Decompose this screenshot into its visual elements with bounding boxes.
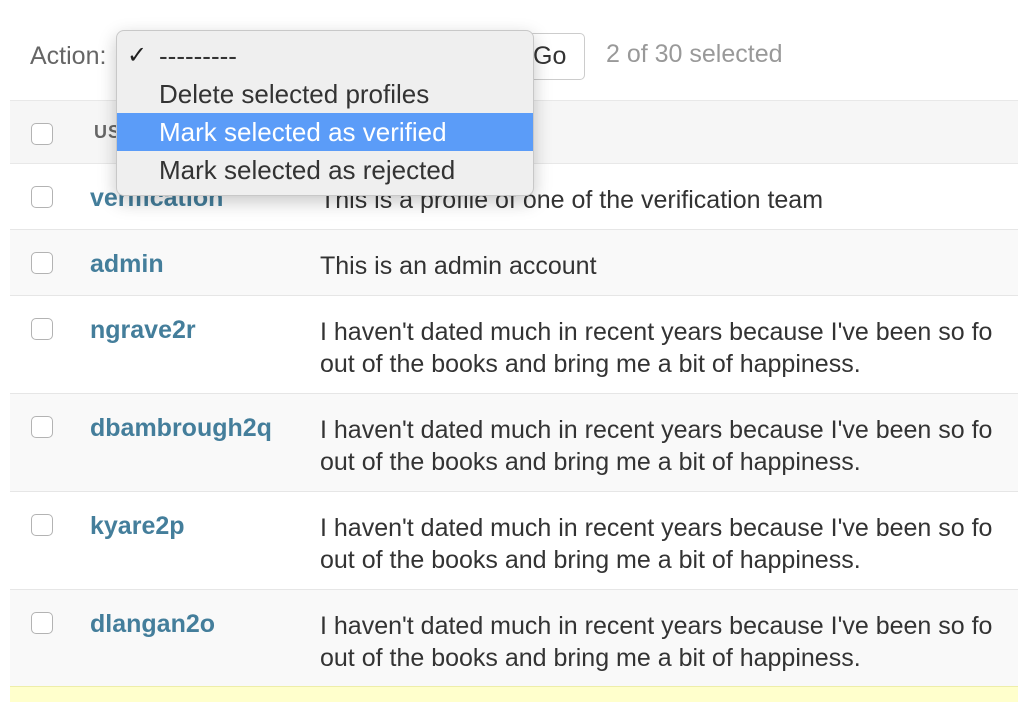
table-row: ngrave2r I haven't dated much in recent … (10, 296, 1018, 394)
bio-line: I haven't dated much in recent years bec… (320, 318, 993, 346)
row-checkbox[interactable] (31, 514, 53, 536)
row-checkbox[interactable] (31, 416, 53, 438)
bio-line: out of the books and bring me a bit of h… (320, 644, 861, 672)
action-dropdown-menu: ✓ --------- Delete selected profiles Mar… (116, 30, 534, 196)
username-link[interactable]: ngrave2r (90, 316, 196, 345)
table-row: dbambrough2q I haven't dated much in rec… (10, 394, 1018, 492)
bio-text: I haven't dated much in recent years bec… (320, 512, 992, 576)
username-link[interactable]: dbambrough2q (90, 414, 272, 443)
select-all-checkbox[interactable] (31, 123, 53, 145)
row-checkbox[interactable] (31, 252, 53, 274)
menu-item-none[interactable]: ✓ --------- (117, 37, 533, 75)
bio-line: out of the books and bring me a bit of h… (320, 350, 861, 378)
bio-line: I haven't dated much in recent years bec… (320, 416, 993, 444)
bio-line: out of the books and bring me a bit of h… (320, 546, 861, 574)
selected-row-highlight (10, 686, 1018, 702)
menu-item-label: Mark selected as verified (159, 117, 447, 147)
bio-line: out of the books and bring me a bit of h… (320, 448, 861, 476)
bio-text: I haven't dated much in recent years bec… (320, 610, 992, 674)
bio-line: I haven't dated much in recent years bec… (320, 612, 993, 640)
bio-text: This is an admin account (320, 250, 597, 282)
username-link[interactable]: admin (90, 250, 164, 279)
table-row: dlangan2o I haven't dated much in recent… (10, 590, 1018, 688)
action-label: Action: (30, 42, 107, 70)
username-link[interactable]: dlangan2o (90, 610, 215, 639)
table-row: admin This is an admin account (10, 230, 1018, 296)
menu-item-mark-verified[interactable]: Mark selected as verified (117, 113, 533, 151)
menu-item-mark-rejected[interactable]: Mark selected as rejected (117, 151, 533, 189)
row-checkbox[interactable] (31, 612, 53, 634)
selected-count: 2 of 30 selected (606, 40, 783, 68)
bio-line: I haven't dated much in recent years bec… (320, 514, 993, 542)
bio-line: This is an admin account (320, 252, 597, 280)
bio-text: I haven't dated much in recent years bec… (320, 316, 992, 380)
table-row: kyare2p I haven't dated much in recent y… (10, 492, 1018, 590)
username-link[interactable]: kyare2p (90, 512, 185, 541)
bio-text: I haven't dated much in recent years bec… (320, 414, 992, 478)
row-checkbox[interactable] (31, 318, 53, 340)
menu-item-delete-selected[interactable]: Delete selected profiles (117, 75, 533, 113)
row-checkbox[interactable] (31, 186, 53, 208)
menu-item-label: Mark selected as rejected (159, 155, 456, 185)
menu-item-label: Delete selected profiles (159, 79, 430, 109)
menu-item-label: --------- (159, 41, 237, 71)
checkmark-icon: ✓ (127, 42, 148, 69)
